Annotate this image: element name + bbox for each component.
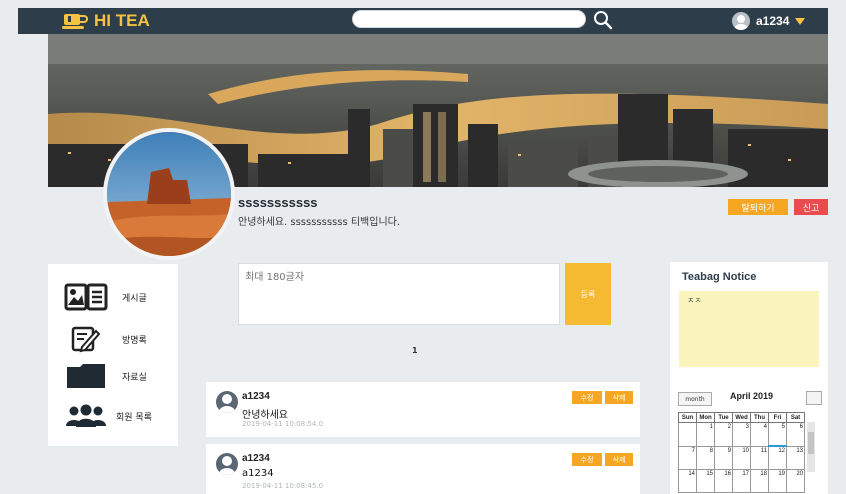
username-label: a1234 [756,14,790,28]
calendar-day[interactable]: 19 [768,469,787,493]
guestbook-icon [71,326,100,353]
profile-picture[interactable] [103,128,235,260]
calendar-day[interactable]: 2 [714,422,733,447]
post-item: a1234 안녕하세요 2019-04-11 10:08:54.0 수정 삭제 [206,382,640,437]
notice-panel: Teabag Notice ㅈㅈ month April 2019 Sun Mo… [670,262,828,494]
calendar-day[interactable]: 13 [786,445,805,470]
search-icon[interactable] [592,9,614,31]
chevron-down-icon [795,17,806,25]
calendar-day[interactable]: 10 [732,445,751,470]
board-icon [64,283,108,311]
sidebar-item-label: 게시글 [122,293,147,304]
calendar-day[interactable]: 6 [786,422,805,447]
post-body: a1234 [242,468,274,479]
calendar-day[interactable] [678,422,697,447]
weekday-header: Fri [768,412,787,423]
sidebar-item-members[interactable]: 회원 목록 [48,401,178,431]
edit-post-button[interactable]: 수정 [572,391,602,404]
avatar [216,391,238,413]
calendar-day[interactable]: 14 [678,469,697,493]
sidebar-item-archive[interactable]: 자료실 [48,361,178,391]
avatar [732,12,750,30]
notice-title: Teabag Notice [682,271,757,283]
sidebar-item-label: 방명록 [122,335,147,346]
calendar-day[interactable]: 20 [786,469,805,493]
profile-name: sssssssssss [238,195,318,210]
top-navbar: HI TEA a1234 [18,8,828,34]
delete-post-button[interactable]: 삭제 [605,453,633,466]
delete-post-button[interactable]: 삭제 [605,391,633,404]
calendar-month-view-button[interactable]: month [678,392,712,406]
edit-post-button[interactable]: 수정 [572,453,602,466]
calendar-scrollbar[interactable] [807,422,815,472]
calendar-nav-button[interactable] [806,391,822,405]
post-date: 2019-04-11 10:08:54.0 [242,420,324,428]
logo-text: HI TEA [94,11,150,30]
weekday-header: Sun [678,412,697,423]
calendar-day[interactable]: 17 [732,469,751,493]
post-author: a1234 [242,453,270,464]
sidebar-item-board[interactable]: 게시글 [48,282,178,312]
post-author: a1234 [242,391,270,402]
sidebar-menu: 게시글 방명록 자료실 회원 목록 [48,264,178,446]
members-icon [66,404,106,427]
weekday-header: Tue [714,412,733,423]
calendar-title: April 2019 [730,391,774,401]
folder-icon [67,364,105,388]
calendar-day[interactable]: 8 [696,445,715,470]
calendar-grid: Sun Mon Tue Wed Thu Fri Sat 1 2 3 4 5 6 … [678,412,805,493]
calendar-day[interactable]: 7 [678,445,697,470]
weekday-header: Mon [696,412,715,423]
calendar-day[interactable]: 3 [732,422,751,447]
user-menu[interactable]: a1234 [732,9,806,33]
calendar-day[interactable]: 15 [696,469,715,493]
calendar-day[interactable]: 11 [750,445,769,470]
post-item: a1234 a1234 2019-04-11 10:08:45.0 수정 삭제 [206,444,640,494]
notice-body: ㅈㅈ [679,291,819,367]
post-body: 안녕하세요 [242,410,288,421]
calendar-day[interactable]: 4 [750,422,769,447]
calendar-day[interactable]: 9 [714,445,733,470]
calendar-day[interactable]: 18 [750,469,769,493]
scrollbar-thumb[interactable] [808,432,814,454]
weekday-header: Wed [732,412,751,423]
post-textarea[interactable] [238,263,560,325]
weekday-header: Thu [750,412,769,423]
calendar-day-today[interactable]: 5 [768,422,787,447]
sidebar-item-label: 자료실 [122,372,147,383]
report-button[interactable]: 신고 [794,199,828,215]
submit-post-button[interactable]: 등록 [565,263,611,325]
sidebar-item-label: 회원 목록 [116,412,152,423]
calendar-day[interactable]: 1 [696,422,715,447]
search-input[interactable] [352,10,586,28]
sidebar-item-guestbook[interactable]: 방명록 [48,324,178,354]
post-date: 2019-04-11 10:08:45.0 [242,482,324,490]
avatar [216,453,238,475]
withdraw-button[interactable]: 탈퇴하기 [728,199,788,215]
calendar-day[interactable]: 12 [768,445,787,470]
profile-greeting: 안녕하세요. sssssssssss 티백입니다. [238,217,401,228]
pagination-current[interactable]: 1 [412,346,418,355]
teacup-icon [62,14,88,29]
weekday-header: Sat [786,412,805,423]
logo[interactable]: HI TEA [62,10,150,32]
calendar-day[interactable]: 16 [714,469,733,493]
